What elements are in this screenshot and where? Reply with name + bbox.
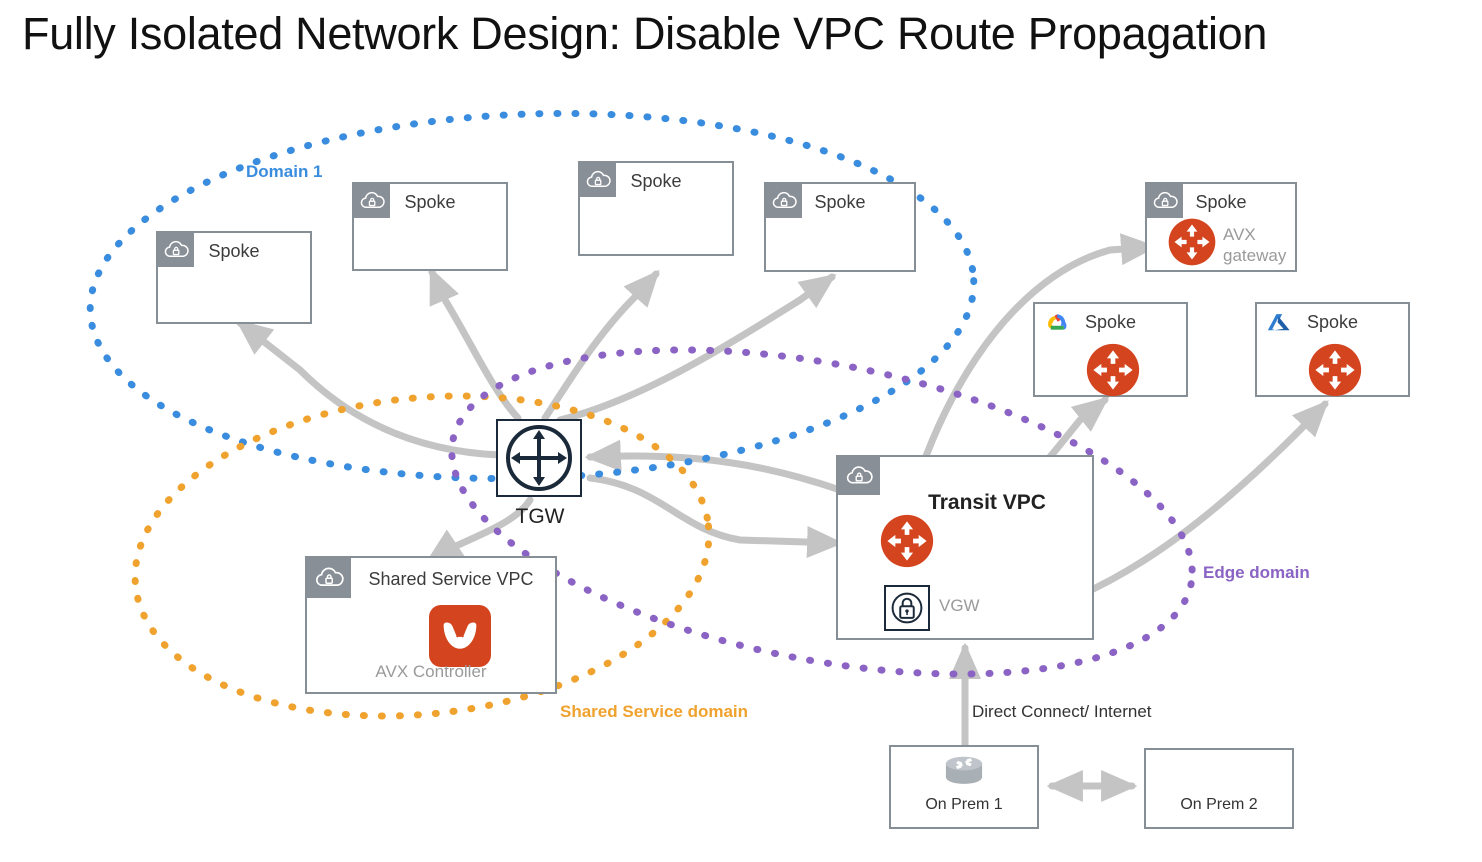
aviatrix-gateway-icon	[1167, 217, 1217, 267]
transit-vpc-box[interactable]: Transit VPC VGW	[836, 455, 1094, 640]
direct-connect-label: Direct Connect/ Internet	[972, 702, 1152, 721]
transit-gateway-box[interactable]	[496, 419, 582, 497]
domain-label-edge: Edge domain	[1203, 563, 1310, 582]
transit-gateway-icon	[506, 425, 572, 491]
vpn-gateway-lock-icon	[884, 585, 930, 631]
on-prem-1-label: On Prem 1	[925, 796, 1003, 813]
on-prem-2-box[interactable]: On Prem 2	[1144, 748, 1294, 829]
transit-vpc-title: Transit VPC	[928, 491, 1046, 514]
aws-vpc-lock-icon	[307, 558, 351, 598]
spoke-box-aws-avx-gateway[interactable]: Spoke AVX gateway	[1145, 182, 1297, 272]
aws-vpc-lock-icon	[354, 184, 390, 218]
spoke-box-gcp[interactable]: Spoke	[1033, 302, 1188, 397]
diagram-canvas: Fully Isolated Network Design: Disable V…	[0, 0, 1482, 862]
aviatrix-controller-icon	[429, 605, 491, 667]
shared-service-vpc-subtitle: AVX Controller	[375, 662, 487, 681]
aws-vpc-lock-icon	[158, 233, 194, 267]
spoke-subtitle: AVX gateway	[1223, 225, 1287, 266]
domain-boundaries-layer	[86, 109, 1196, 720]
azure-icon	[1263, 309, 1295, 337]
domain-label-shared-service: Shared Service domain	[560, 702, 749, 721]
router-icon	[938, 750, 990, 793]
vgw-label: VGW	[939, 596, 980, 615]
shared-service-vpc-box[interactable]: Shared Service VPC AVX Controller	[305, 556, 557, 694]
spoke-box-aws-4[interactable]: Spoke	[764, 182, 916, 272]
shared-service-vpc-title: Shared Service VPC	[368, 569, 534, 589]
on-prem-2-label: On Prem 2	[1180, 796, 1258, 813]
google-cloud-icon	[1041, 309, 1073, 337]
on-prem-1-box[interactable]: On Prem 1	[889, 745, 1039, 829]
aws-vpc-lock-icon	[766, 184, 802, 218]
aviatrix-gateway-icon	[1085, 342, 1141, 398]
spoke-box-aws-1[interactable]: Spoke	[156, 231, 312, 324]
transit-gateway-label: TGW	[515, 505, 565, 528]
aviatrix-gateway-icon	[879, 513, 935, 569]
domain-label-domain1: Domain 1	[246, 162, 323, 181]
aws-vpc-lock-icon	[580, 163, 616, 197]
spoke-box-azure[interactable]: Spoke	[1255, 302, 1410, 397]
spoke-box-aws-3[interactable]: Spoke	[578, 161, 734, 256]
aviatrix-gateway-icon	[1307, 342, 1363, 398]
aws-vpc-lock-icon	[1147, 184, 1183, 218]
spoke-box-aws-2[interactable]: Spoke	[352, 182, 508, 271]
aws-vpc-lock-icon	[838, 457, 880, 495]
